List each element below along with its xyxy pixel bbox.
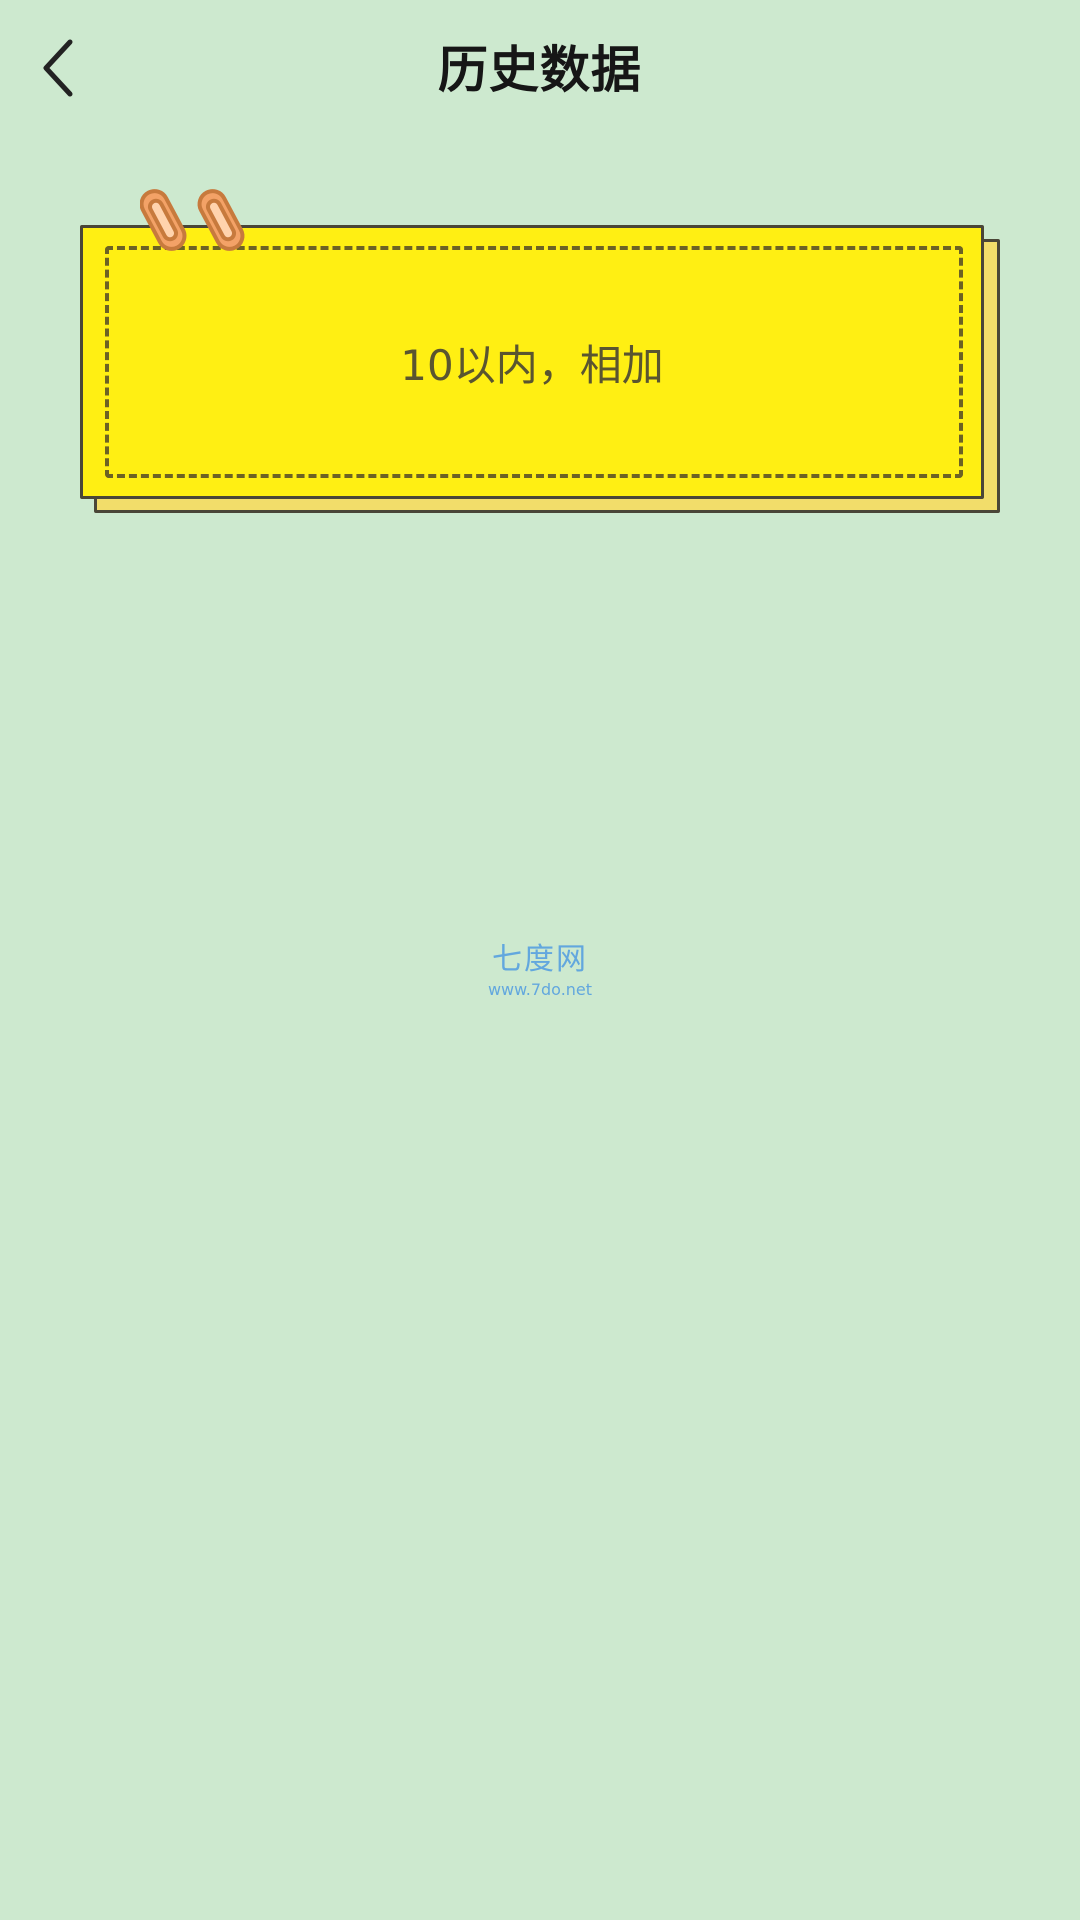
history-item-card[interactable]: 10以内，相加 [80,189,1000,515]
watermark-title: 七度网 [492,942,588,977]
watermark-url: www.7do.net [487,980,593,999]
top-bar: 历史数据 [0,0,1080,150]
page-title: 历史数据 [438,41,642,99]
watermark: 七度网 www.7do.net [0,934,1080,999]
paper-clip-icon [140,189,245,251]
